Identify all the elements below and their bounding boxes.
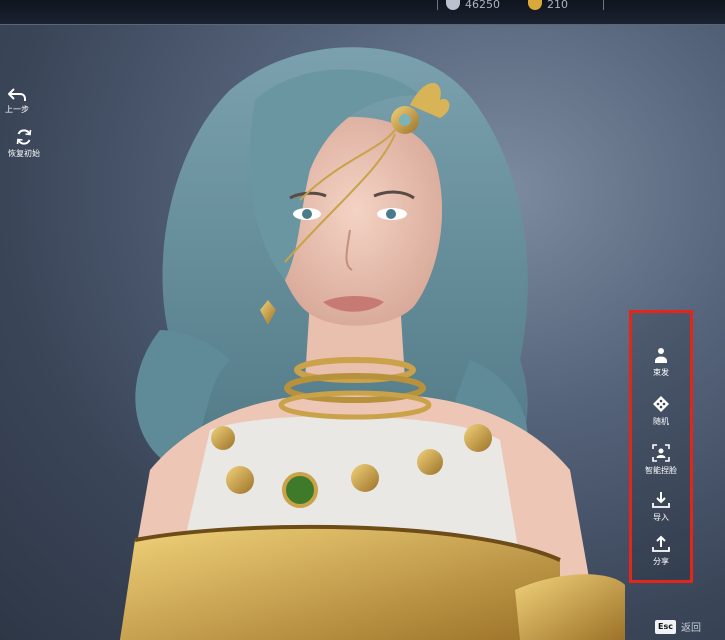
- smart-face-button[interactable]: 智能捏脸: [632, 444, 690, 476]
- topbar-divider: [603, 0, 604, 10]
- esc-key-hint: Esc: [655, 619, 676, 634]
- refresh-icon: [16, 129, 32, 145]
- reset-button[interactable]: 恢复初始: [2, 128, 46, 159]
- reset-label: 恢复初始: [8, 149, 40, 158]
- right-tool-panel: 束发 随机 智能捏脸 导入 分享: [629, 310, 693, 583]
- undo-arrow-icon: [8, 88, 26, 101]
- import-label: 导入: [653, 513, 669, 522]
- currency-silver: 46250: [446, 0, 500, 10]
- share-button[interactable]: 分享: [632, 535, 690, 567]
- gold-ingot-icon: [528, 0, 542, 10]
- smart-face-label: 智能捏脸: [645, 466, 677, 475]
- hair-tie-icon: [655, 348, 667, 363]
- currency-silver-value: 46250: [465, 0, 500, 11]
- topbar-divider: [437, 0, 438, 10]
- download-icon: [652, 492, 670, 508]
- coins-icon: [446, 0, 460, 10]
- face-scan-icon: [652, 444, 670, 462]
- character-portrait: [120, 47, 625, 640]
- import-button[interactable]: 导入: [632, 491, 690, 523]
- random-button[interactable]: 随机: [632, 395, 690, 427]
- random-dice-icon: [653, 396, 669, 412]
- back-label: 返回: [680, 623, 701, 634]
- top-bar: 46250 210: [0, 0, 725, 25]
- hair-tie-label: 束发: [653, 368, 669, 377]
- random-label: 随机: [653, 417, 669, 426]
- hair-tie-button[interactable]: 束发: [632, 346, 690, 378]
- share-label: 分享: [653, 557, 669, 566]
- character-creation-screen: 46250 210 上一步 恢复初始 束发 随机 智能捏脸 导入 分享 Esc …: [0, 0, 725, 640]
- back-button[interactable]: Esc 返回: [655, 619, 701, 634]
- currency-gold: 210: [528, 0, 568, 10]
- undo-button[interactable]: 上一步: [2, 88, 32, 115]
- upload-share-icon: [652, 535, 670, 552]
- currency-gold-value: 210: [547, 0, 568, 11]
- undo-label: 上一步: [5, 105, 29, 114]
